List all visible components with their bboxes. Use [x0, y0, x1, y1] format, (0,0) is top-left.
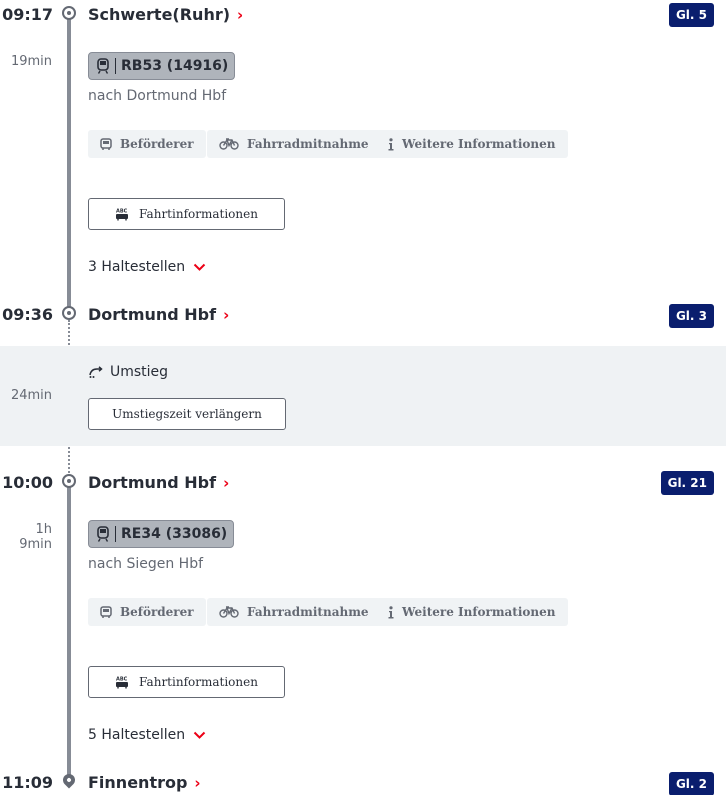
stop-marker	[62, 306, 76, 320]
chip-label: Beförderer	[120, 137, 194, 151]
bike-chip[interactable]: Fahrradmitnahme	[207, 130, 381, 158]
timeline-line-leg1	[67, 14, 71, 314]
destination-pin-icon	[60, 771, 78, 789]
extend-transfer-button[interactable]: Umstiegszeit verlängern	[88, 398, 286, 430]
station-name: Dortmund Hbf	[88, 305, 217, 324]
train-name: RE34 (33086)	[121, 526, 228, 542]
button-label: Fahrtinformationen	[139, 675, 258, 689]
chip-label: Fahrradmitnahme	[247, 605, 369, 619]
chevron-down-icon	[193, 263, 206, 272]
track-badge: Gl. 2	[668, 772, 714, 795]
chevron-right-icon: ›	[194, 773, 201, 792]
bicycle-icon	[219, 138, 239, 150]
chip-label: Fahrradmitnahme	[247, 137, 369, 151]
train-badge[interactable]: RB53 (14916)	[88, 52, 236, 80]
train-badge-divider	[115, 526, 116, 542]
chevron-right-icon: ›	[223, 473, 230, 492]
track-badge: Gl. 21	[660, 471, 714, 495]
button-label: Umstiegszeit verlängern	[112, 407, 262, 421]
stops-count: 5 Haltestellen	[88, 727, 186, 743]
trip-info-button[interactable]: ABC Fahrtinformationen	[88, 198, 285, 230]
bus-icon	[100, 605, 112, 619]
svg-text:ABC: ABC	[116, 676, 128, 682]
info-icon	[388, 137, 394, 151]
transfer-text: Umstieg	[110, 364, 169, 380]
train-badge-divider	[115, 58, 116, 74]
bus-icon	[100, 137, 112, 151]
train-icon	[97, 58, 109, 74]
train-name: RB53 (14916)	[121, 58, 229, 74]
chevron-right-icon: ›	[237, 5, 244, 24]
carrier-chip[interactable]: Beförderer	[88, 130, 206, 158]
arrival-station-link[interactable]: Finnentrop ›	[88, 773, 201, 792]
train-badge[interactable]: RE34 (33086)	[88, 520, 235, 548]
more-info-chip[interactable]: Weitere Informationen	[376, 130, 568, 158]
chip-label: Weitere Informationen	[402, 605, 556, 619]
info-icon	[388, 605, 394, 619]
stop-marker	[62, 474, 76, 488]
arrival-time: 09:36	[2, 305, 53, 324]
station-name: Dortmund Hbf	[88, 473, 217, 492]
abc-bus-icon: ABC	[115, 208, 129, 221]
more-info-chip[interactable]: Weitere Informationen	[376, 598, 568, 626]
stops-toggle[interactable]: 3 Haltestellen	[88, 259, 206, 275]
track-badge: Gl. 3	[668, 304, 714, 328]
arrival-time: 11:09	[2, 773, 53, 792]
train-icon	[97, 526, 109, 542]
station-name: Schwerte(Ruhr)	[88, 5, 231, 24]
abc-bus-icon: ABC	[115, 676, 129, 689]
train-direction: nach Siegen Hbf	[88, 556, 204, 572]
trip-info-button[interactable]: ABC Fahrtinformationen	[88, 666, 285, 698]
arrival-station-link[interactable]: Dortmund Hbf ›	[88, 305, 229, 324]
track-badge: Gl. 5	[668, 3, 714, 27]
bicycle-icon	[219, 606, 239, 618]
chevron-down-icon	[193, 731, 206, 740]
chip-label: Beförderer	[120, 605, 194, 619]
station-name: Finnentrop	[88, 773, 188, 792]
transfer-duration: 24min	[10, 388, 52, 403]
departure-station-link[interactable]: Dortmund Hbf ›	[88, 473, 229, 492]
stops-toggle[interactable]: 5 Haltestellen	[88, 727, 206, 743]
timeline-line-leg2	[67, 482, 71, 780]
departure-time: 10:00	[2, 473, 53, 492]
train-direction: nach Dortmund Hbf	[88, 88, 227, 104]
button-label: Fahrtinformationen	[139, 207, 258, 221]
svg-text:ABC: ABC	[116, 208, 128, 214]
chevron-right-icon: ›	[223, 305, 230, 324]
transfer-label: Umstieg	[88, 364, 168, 380]
bike-chip[interactable]: Fahrradmitnahme	[207, 598, 381, 626]
transfer-arrow-icon	[88, 366, 104, 378]
transfer-section	[0, 346, 726, 446]
departure-time: 09:17	[2, 5, 53, 24]
leg-duration: 19min	[10, 54, 52, 69]
stop-marker	[62, 6, 76, 20]
chip-label: Weitere Informationen	[402, 137, 556, 151]
carrier-chip[interactable]: Beförderer	[88, 598, 206, 626]
departure-station-link[interactable]: Schwerte(Ruhr) ›	[88, 5, 243, 24]
stops-count: 3 Haltestellen	[88, 259, 186, 275]
leg-duration: 1h 9min	[19, 522, 52, 552]
